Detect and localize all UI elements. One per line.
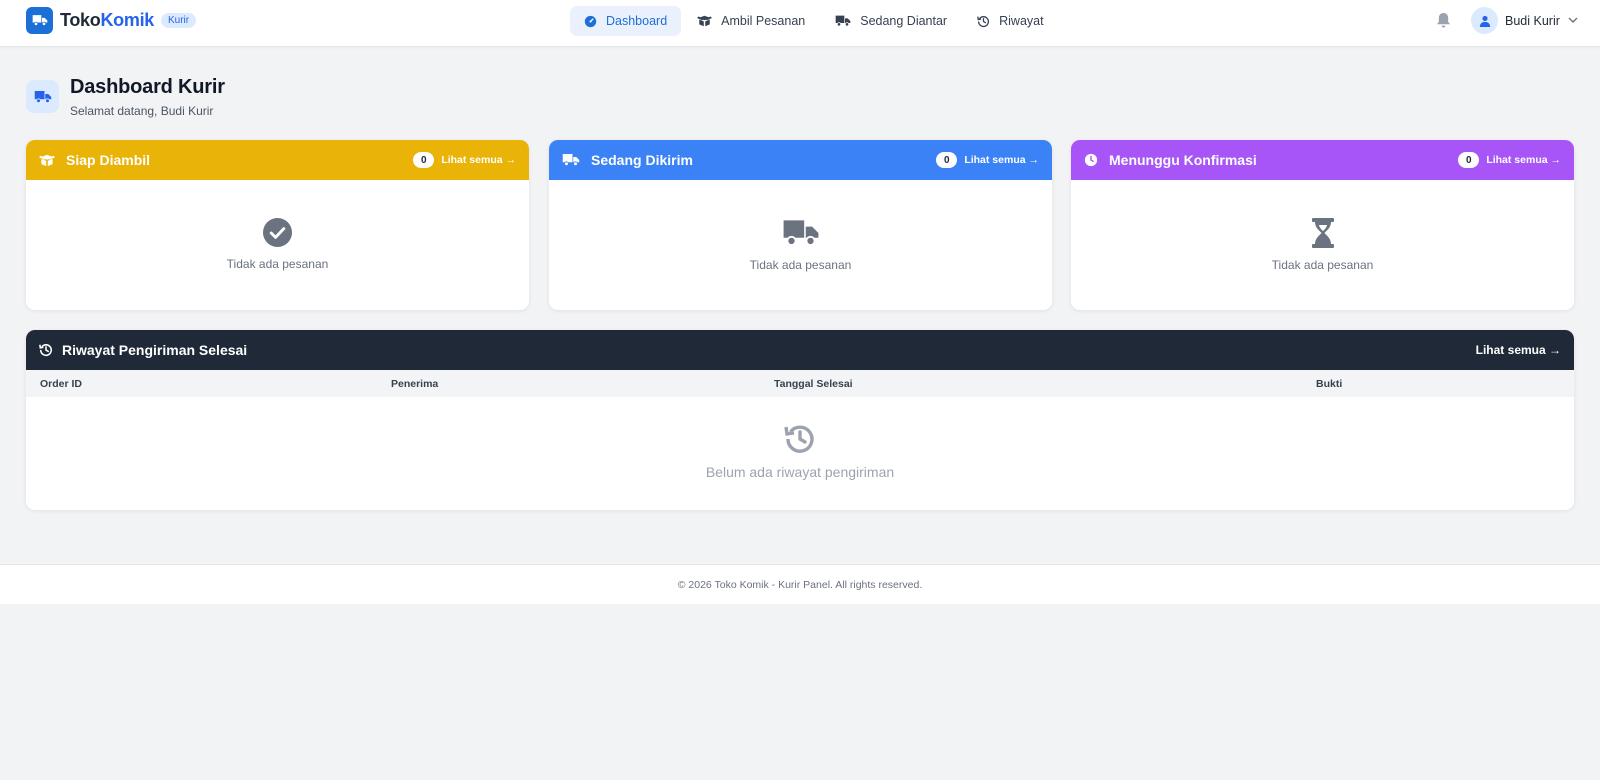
column-header-bukti: Bukti <box>1316 378 1343 390</box>
top-navbar: TokoKomik Kurir Dashboard Ambil Pesanan … <box>0 0 1600 47</box>
empty-state-text: Tidak ada pesanan <box>749 258 852 272</box>
empty-state-text: Belum ada riwayat pengiriman <box>705 464 895 480</box>
hourglass-icon <box>1311 218 1334 248</box>
empty-state-text: Tidak ada pesanan <box>1271 258 1374 272</box>
card-menunggu-konfirmasi: Menunggu Konfirmasi 0 Lihat semua → Tida… <box>1071 140 1574 310</box>
truck-icon <box>562 154 580 167</box>
role-badge: Kurir <box>160 13 197 28</box>
see-all-link[interactable]: Lihat semua → <box>1486 154 1561 166</box>
nav-item-label: Riwayat <box>999 14 1044 28</box>
truck-icon <box>26 7 53 34</box>
card-header: Sedang Dikirim 0 Lihat semua → <box>549 140 1052 180</box>
card-title: Siap Diambil <box>66 152 151 168</box>
user-icon <box>1471 7 1498 34</box>
user-name: Budi Kurir <box>1505 13 1560 28</box>
history-icon <box>784 425 814 453</box>
history-icon <box>39 344 53 357</box>
see-all-link[interactable]: Lihat semua → <box>441 154 516 166</box>
nav-item-label: Dashboard <box>606 14 668 28</box>
column-header-penerima: Penerima <box>391 378 439 390</box>
nav-item-riwayat[interactable]: Riwayat <box>963 6 1057 36</box>
count-badge: 0 <box>413 152 435 168</box>
see-all-link[interactable]: Lihat semua → <box>1476 343 1561 357</box>
main-nav: Dashboard Ambil Pesanan Sedang Diantar R… <box>570 6 1060 36</box>
empty-state-text: Tidak ada pesanan <box>226 257 329 271</box>
brand-logo-link[interactable]: TokoKomik Kurir <box>26 7 197 34</box>
chevron-down-icon <box>1568 17 1578 23</box>
truck-icon <box>26 80 59 113</box>
brand-name-part2: Komik <box>100 10 154 30</box>
column-header-order-id: Order ID <box>40 378 83 390</box>
card-body: Tidak ada pesanan <box>1071 180 1574 310</box>
history-title: Riwayat Pengiriman Selesai <box>62 342 248 358</box>
footer-text: © 2026 Toko Komik - Kurir Panel. All rig… <box>677 578 923 591</box>
card-header: Menunggu Konfirmasi 0 Lihat semua → <box>1071 140 1574 180</box>
card-title: Menunggu Konfirmasi <box>1109 152 1257 168</box>
nav-item-dashboard[interactable]: Dashboard <box>570 6 682 36</box>
history-header: Riwayat Pengiriman Selesai Lihat semua → <box>26 330 1574 370</box>
history-panel: Riwayat Pengiriman Selesai Lihat semua →… <box>26 330 1574 510</box>
card-body: Tidak ada pesanan <box>549 180 1052 310</box>
card-body: Tidak ada pesanan <box>26 180 529 310</box>
brand-name: TokoKomik <box>60 10 154 31</box>
column-header-tanggal-selesai: Tanggal Selesai <box>774 378 853 390</box>
card-title: Sedang Dikirim <box>591 152 693 168</box>
bell-icon[interactable] <box>1436 12 1452 30</box>
brand-name-part1: Toko <box>60 10 101 30</box>
footer: © 2026 Toko Komik - Kurir Panel. All rig… <box>0 564 1600 604</box>
card-sedang-dikirim: Sedang Dikirim 0 Lihat semua → Tidak ada… <box>549 140 1052 310</box>
clock-icon <box>1084 153 1098 167</box>
nav-item-ambil-pesanan[interactable]: Ambil Pesanan <box>683 6 819 36</box>
nav-item-sedang-diantar[interactable]: Sedang Diantar <box>821 6 961 36</box>
box-open-icon <box>39 154 55 166</box>
page-subtitle: Selamat datang, Budi Kurir <box>70 104 214 118</box>
nav-item-label: Ambil Pesanan <box>721 14 806 28</box>
page-title: Dashboard Kurir <box>70 76 225 98</box>
table-header: Order ID Penerima Tanggal Selesai Bukti <box>26 370 1574 397</box>
card-header: Siap Diambil 0 Lihat semua → <box>26 140 529 180</box>
table-empty-state: Belum ada riwayat pengiriman <box>26 397 1574 480</box>
history-icon <box>977 15 990 27</box>
user-menu[interactable]: Budi Kurir <box>1471 7 1578 34</box>
count-badge: 0 <box>936 152 958 168</box>
card-siap-diambil: Siap Diambil 0 Lihat semua → Tidak ada p… <box>26 140 529 310</box>
count-badge: 0 <box>1458 152 1480 168</box>
truck-icon <box>835 15 851 27</box>
see-all-link[interactable]: Lihat semua → <box>964 154 1039 166</box>
check-circle-icon <box>262 217 293 248</box>
gauge-icon <box>584 15 597 27</box>
truck-icon <box>783 220 818 246</box>
nav-item-label: Sedang Diantar <box>860 14 948 28</box>
box-open-icon <box>697 15 713 27</box>
